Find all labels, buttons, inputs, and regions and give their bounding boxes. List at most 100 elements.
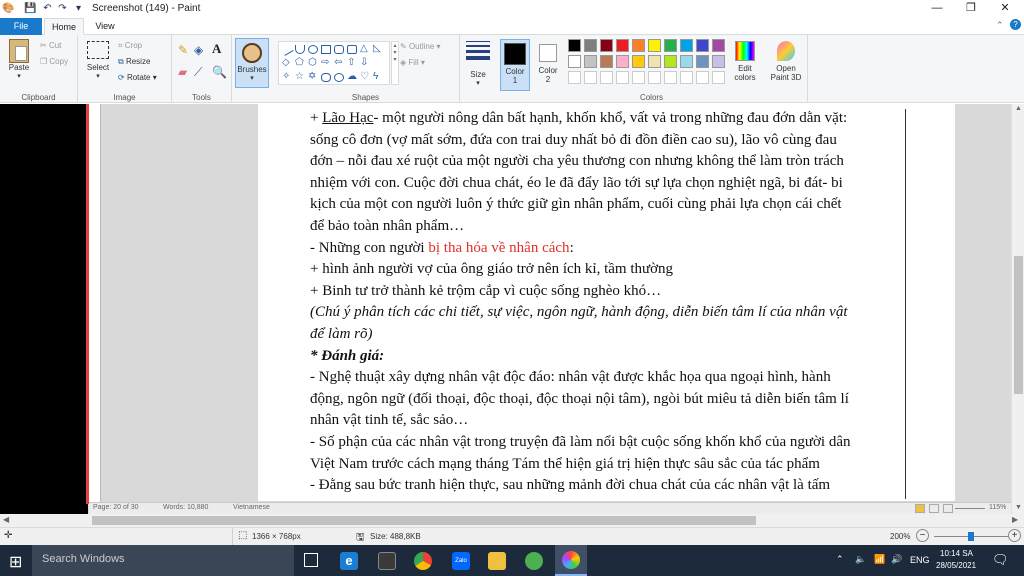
right-triangle-shape-icon[interactable]: ◺	[373, 44, 383, 54]
empty-custom-swatch[interactable]	[680, 71, 693, 84]
palette-swatch[interactable]	[680, 55, 693, 68]
clock-time[interactable]: 10:14 SA	[940, 549, 973, 558]
right-arrow-shape-icon[interactable]: ⇨	[321, 58, 331, 68]
size-button[interactable]: Size ▾	[463, 39, 493, 87]
rounded-rectangle-shape-icon[interactable]	[334, 45, 344, 54]
redo-icon[interactable]: ↷	[56, 2, 69, 15]
six-point-star-shape-icon[interactable]: ✡	[308, 72, 318, 82]
polygon-shape-icon[interactable]	[347, 45, 357, 54]
language-indicator[interactable]: ENG	[910, 555, 930, 565]
shapes-gallery[interactable]: △ ◺ ◇ ⬠ ⬡ ⇨ ⇦ ⇧ ⇩ ✧ ☆ ✡ ☁ ♡ ϟ	[278, 41, 390, 85]
undo-icon[interactable]: ↶	[41, 2, 54, 15]
save-icon[interactable]: 💾	[24, 2, 37, 15]
callout-oval-shape-icon[interactable]	[334, 73, 344, 82]
tab-file[interactable]: File	[0, 18, 42, 35]
network-icon[interactable]: 📶	[874, 554, 885, 565]
taskbar-paint-active[interactable]	[555, 545, 587, 576]
volume-icon[interactable]: 🔊	[891, 554, 902, 565]
notifications-icon[interactable]: 🗨	[992, 552, 1009, 568]
palette-swatch[interactable]	[616, 39, 629, 52]
palette-swatch[interactable]	[600, 55, 613, 68]
task-view-icon[interactable]	[304, 553, 318, 567]
pentagon-shape-icon[interactable]: ⬠	[295, 58, 305, 68]
chrome-icon[interactable]	[414, 552, 432, 570]
callout-rounded-shape-icon[interactable]	[321, 73, 331, 82]
tab-view[interactable]: View	[86, 18, 124, 35]
color-2-button[interactable]: Color 2	[534, 39, 562, 91]
vertical-scrollbar[interactable]: ▲ ▼	[1011, 104, 1024, 514]
close-button[interactable]: ✕	[988, 0, 1022, 18]
palette-swatch[interactable]	[632, 55, 645, 68]
palette-swatch[interactable]	[664, 39, 677, 52]
tray-expand-icon[interactable]: ⌃	[836, 554, 844, 565]
horizontal-scroll-thumb[interactable]	[92, 516, 756, 525]
horizontal-scrollbar[interactable]: ◀ ▶	[0, 514, 1024, 527]
empty-custom-swatch[interactable]	[568, 71, 581, 84]
empty-custom-swatch[interactable]	[600, 71, 613, 84]
palette-swatch[interactable]	[600, 39, 613, 52]
palette-swatch[interactable]	[584, 39, 597, 52]
palette-swatch[interactable]	[696, 39, 709, 52]
empty-custom-swatch[interactable]	[648, 71, 661, 84]
scroll-right-icon[interactable]: ▶	[1012, 515, 1018, 524]
fill-bucket-icon[interactable]: ◈	[194, 43, 203, 57]
palette-swatch[interactable]	[680, 39, 693, 52]
triangle-shape-icon[interactable]: △	[360, 44, 370, 54]
eraser-icon[interactable]: ▰	[178, 65, 187, 79]
hexagon-shape-icon[interactable]: ⬡	[308, 58, 318, 68]
customize-quick-access-icon[interactable]: ▾	[72, 2, 85, 15]
collapse-ribbon-icon[interactable]: ⌃	[996, 20, 1004, 31]
edit-colors-button[interactable]: Edit colors	[730, 39, 760, 82]
empty-custom-swatch[interactable]	[696, 71, 709, 84]
five-point-star-shape-icon[interactable]: ☆	[295, 72, 305, 82]
resize-button[interactable]: ⧉ Resize	[118, 57, 150, 67]
palette-swatch[interactable]	[712, 39, 725, 52]
cloud-callout-shape-icon[interactable]: ☁	[347, 72, 357, 82]
palette-swatch[interactable]	[696, 55, 709, 68]
scroll-down-icon[interactable]: ▼	[1015, 504, 1022, 511]
tab-home[interactable]: Home	[44, 18, 84, 35]
select-button[interactable]: Select ▾	[84, 41, 112, 80]
line-shape-icon[interactable]	[280, 43, 294, 56]
pencil-icon[interactable]: ✎	[178, 43, 188, 57]
oval-shape-icon[interactable]	[308, 45, 318, 54]
crop-button[interactable]: ⌗ Crop	[118, 41, 142, 51]
down-arrow-shape-icon[interactable]: ⇩	[360, 58, 370, 68]
empty-custom-swatch[interactable]	[584, 71, 597, 84]
color-1-button[interactable]: Color 1	[500, 39, 530, 91]
four-point-star-shape-icon[interactable]: ✧	[282, 72, 292, 82]
empty-custom-swatch[interactable]	[664, 71, 677, 84]
palette-swatch[interactable]	[712, 55, 725, 68]
magnifier-icon[interactable]: 🔍	[212, 65, 227, 79]
clock-date[interactable]: 28/05/2021	[936, 561, 976, 570]
zalo-icon[interactable]: Zalo	[452, 552, 470, 570]
minimize-button[interactable]: —	[920, 0, 954, 18]
scroll-left-icon[interactable]: ◀	[3, 515, 9, 524]
palette-swatch[interactable]	[584, 55, 597, 68]
open-paint-3d-button[interactable]: Open Paint 3D	[766, 39, 806, 82]
zoom-out-button[interactable]: −	[916, 529, 929, 542]
app-icon-green[interactable]	[525, 552, 543, 570]
taskbar-search-box[interactable]: Search Windows	[32, 545, 294, 576]
empty-custom-swatch[interactable]	[632, 71, 645, 84]
cut-button[interactable]: ✂ Cut	[40, 41, 61, 50]
empty-custom-swatch[interactable]	[712, 71, 725, 84]
zoom-slider-thumb[interactable]	[968, 532, 974, 541]
color-picker-icon[interactable]: ⟋	[194, 65, 202, 80]
text-tool-icon[interactable]: A	[212, 41, 221, 57]
zoom-in-button[interactable]: +	[1008, 529, 1021, 542]
left-arrow-shape-icon[interactable]: ⇦	[334, 58, 344, 68]
diamond-shape-icon[interactable]: ◇	[282, 58, 292, 68]
vertical-scroll-thumb[interactable]	[1014, 256, 1023, 394]
store-icon[interactable]	[378, 552, 396, 570]
palette-swatch[interactable]	[568, 39, 581, 52]
edge-icon[interactable]: e	[340, 552, 358, 570]
empty-custom-swatch[interactable]	[616, 71, 629, 84]
rotate-button[interactable]: ⟳ Rotate ▾	[118, 73, 157, 82]
help-icon[interactable]: ?	[1010, 19, 1021, 30]
lightning-shape-icon[interactable]: ϟ	[373, 72, 383, 82]
canvas-area[interactable]: + Lão Hạc- một người nông dân bất hạnh, …	[0, 104, 1024, 514]
palette-swatch[interactable]	[648, 55, 661, 68]
shapes-scroll[interactable]: ▴ ▾ ▾	[391, 41, 399, 85]
rectangle-shape-icon[interactable]	[321, 45, 331, 54]
